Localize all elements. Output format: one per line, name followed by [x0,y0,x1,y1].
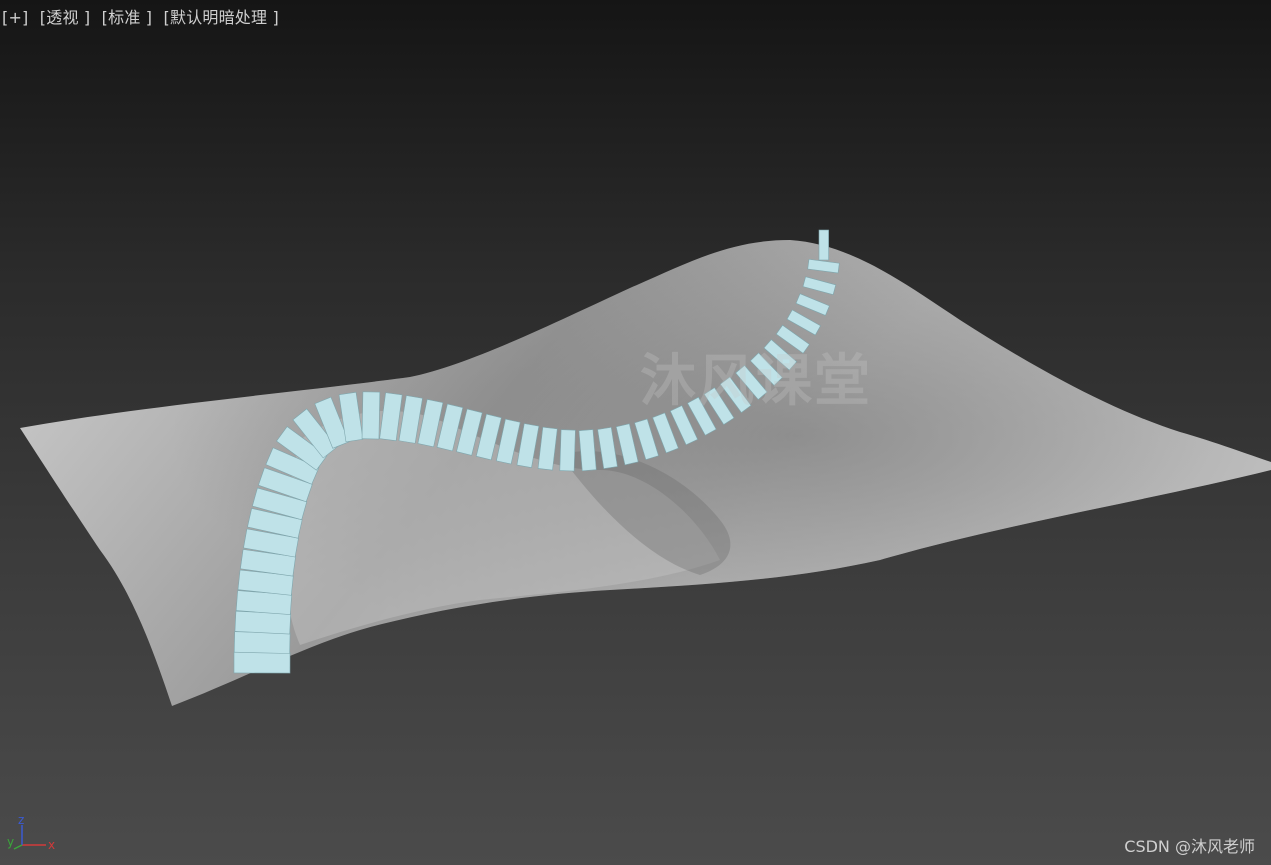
path-tile [233,631,291,654]
watermark-text: 沐风课堂 [640,349,872,414]
axis-z-label: z [18,815,24,827]
path-tile [818,229,829,261]
path-tile [578,429,597,472]
csdn-credit: CSDN @沐风老师 [1124,837,1255,856]
scene-render [20,229,1271,706]
path-tile [233,651,291,674]
path-tile [234,610,291,635]
axis-x-label: x [48,838,55,851]
path-tile [361,391,381,440]
perspective-viewport[interactable]: [+] [透视 ] [标准 ] [默认明暗处理 ] 沐风课堂 x z y CSD… [0,0,1271,865]
path-tile [559,429,576,472]
axis-y-label: y [7,835,14,849]
axis-gizmo: x z y [7,815,55,851]
